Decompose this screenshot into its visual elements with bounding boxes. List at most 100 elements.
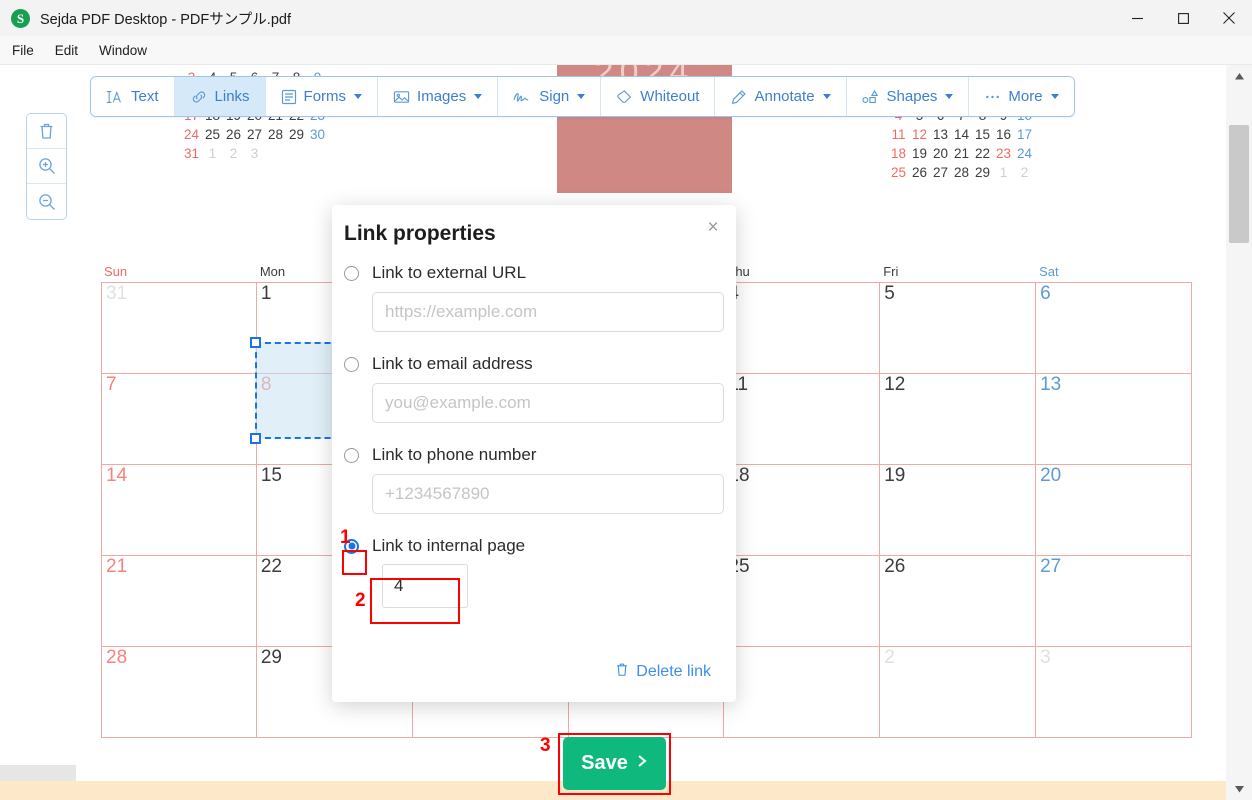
zoom-in-icon[interactable] <box>27 149 66 184</box>
toolbar-images-button[interactable]: Images <box>378 77 499 116</box>
resize-handle-top-left[interactable] <box>250 337 261 348</box>
email-address-input[interactable] <box>372 383 724 423</box>
mini-calendar-day: 24 <box>183 127 200 142</box>
save-button[interactable]: Save <box>563 737 666 790</box>
toolbar-links-button[interactable]: Links <box>174 77 266 116</box>
toolbar-whiteout-button[interactable]: Whiteout <box>601 77 716 116</box>
day-cell[interactable]: 18 <box>724 465 881 555</box>
toolbar-forms-button[interactable]: Forms <box>265 77 379 116</box>
chevron-down-icon <box>354 94 363 99</box>
resize-handle-bottom-left[interactable] <box>250 433 261 444</box>
option-email-address[interactable]: Link to email address <box>344 354 724 374</box>
delete-link-button[interactable]: Delete link <box>615 662 711 682</box>
toolbar-item-label: Sign <box>539 88 570 105</box>
option-external-url[interactable]: Link to external URL <box>344 263 724 283</box>
object-tool-rail <box>26 113 67 220</box>
mini-calendar-day: 21 <box>953 146 970 161</box>
option-internal-page[interactable]: Link to internal page <box>344 536 724 556</box>
day-cell[interactable]: 27 <box>1036 556 1192 646</box>
annotation-number-3: 3 <box>540 735 551 756</box>
day-cell[interactable]: 19 <box>880 465 1037 555</box>
day-cell[interactable]: 21 <box>101 556 257 646</box>
day-cell[interactable]: 5 <box>880 283 1037 373</box>
weekday-header-thu: Thu <box>727 264 750 279</box>
day-number: 20 <box>1040 465 1062 486</box>
vertical-scrollbar[interactable] <box>1226 65 1252 800</box>
day-number: 19 <box>884 465 906 486</box>
radio-phone-number[interactable] <box>344 447 359 463</box>
mini-calendar-day: 2 <box>1020 165 1029 180</box>
mini-calendar-row: 25 26 27 28 29 1 2 <box>888 163 1035 182</box>
day-cell[interactable]: 11 <box>724 374 881 464</box>
radio-email-address[interactable] <box>344 356 359 372</box>
phone-number-input[interactable] <box>372 474 724 514</box>
external-url-input[interactable] <box>372 292 724 332</box>
day-cell[interactable] <box>724 647 881 737</box>
image-icon <box>393 89 410 105</box>
mini-calendar-day: 27 <box>246 127 263 142</box>
zoom-out-icon[interactable] <box>27 184 66 219</box>
mini-calendar-day: 18 <box>890 146 907 161</box>
day-cell[interactable]: 2 <box>880 647 1037 737</box>
mini-calendar-day: 14 <box>953 127 970 142</box>
day-cell[interactable]: 13 <box>1036 374 1192 464</box>
menu-file[interactable]: File <box>3 40 43 61</box>
scroll-up-icon[interactable] <box>1226 65 1252 87</box>
day-cell[interactable]: 6 <box>1036 283 1192 373</box>
day-cell[interactable]: 12 <box>880 374 1037 464</box>
internal-page-input[interactable] <box>382 564 468 608</box>
day-cell[interactable]: 25 <box>724 556 881 646</box>
day-cell[interactable]: 3 <box>1036 647 1192 737</box>
day-cell[interactable]: 28 <box>101 647 257 737</box>
toolbar-item-label: Annotate <box>754 88 815 105</box>
day-cell[interactable]: 26 <box>880 556 1037 646</box>
menu-window[interactable]: Window <box>90 40 156 61</box>
chevron-down-icon <box>474 94 483 99</box>
day-cell[interactable]: 7 <box>101 374 257 464</box>
toolbar-annotate-button[interactable]: Annotate <box>715 77 847 116</box>
mini-calendar-day: 23 <box>995 146 1012 161</box>
weekday-header-sat: Sat <box>1039 264 1059 279</box>
delete-link-label: Delete link <box>636 663 711 680</box>
day-cell[interactable]: 14 <box>101 465 257 555</box>
app-window: S Sejda PDF Desktop - PDFサンプル.pdf File E… <box>0 0 1252 800</box>
toolbar-more-button[interactable]: More <box>969 77 1074 116</box>
day-number: 12 <box>884 374 906 395</box>
sign-icon <box>513 89 532 105</box>
menu-bar: File Edit Window <box>0 36 1252 65</box>
close-icon[interactable]: × <box>701 215 725 239</box>
mini-calendar-row: 18 19 20 21 22 23 24 <box>888 144 1035 163</box>
day-number: 26 <box>884 556 906 577</box>
title-bar: S Sejda PDF Desktop - PDFサンプル.pdf <box>0 0 1252 36</box>
minimize-button[interactable] <box>1114 0 1160 36</box>
close-button[interactable] <box>1206 0 1252 36</box>
toolbar-item-label: Forms <box>303 88 347 105</box>
option-label-internal-page: Link to internal page <box>372 536 526 555</box>
text-icon <box>106 89 124 105</box>
mini-calendar-day <box>307 144 328 163</box>
day-cell[interactable]: 20 <box>1036 465 1192 555</box>
toolbar-item-label: Links <box>214 88 250 105</box>
day-number: 31 <box>106 283 128 304</box>
mini-calendar-day: 16 <box>995 127 1012 142</box>
scroll-down-icon[interactable] <box>1226 778 1252 800</box>
radio-external-url[interactable] <box>344 265 359 281</box>
toolbar-item-label: More <box>1008 88 1043 105</box>
day-number: 2 <box>884 647 895 668</box>
day-cell[interactable]: 31 <box>101 283 257 373</box>
scrollbar-thumb[interactable] <box>1229 125 1249 243</box>
mini-calendar-day: 27 <box>932 165 949 180</box>
toolbar-sign-button[interactable]: Sign <box>498 77 602 116</box>
menu-edit[interactable]: Edit <box>46 40 87 61</box>
link-properties-dialog: Link properties × Link to external URL L… <box>332 205 736 702</box>
toolbar-text-button[interactable]: Text <box>91 77 175 116</box>
option-phone-number[interactable]: Link to phone number <box>344 445 724 465</box>
mini-calendar-day: 13 <box>932 127 949 142</box>
maximize-button[interactable] <box>1160 0 1206 36</box>
delete-icon[interactable] <box>27 114 66 149</box>
mini-calendar-day: 25 <box>890 165 907 180</box>
toolbar-shapes-button[interactable]: Shapes <box>846 77 970 116</box>
day-number: 7 <box>106 374 117 395</box>
day-cell[interactable]: 4 <box>724 283 881 373</box>
mini-calendar-day: 29 <box>974 165 991 180</box>
